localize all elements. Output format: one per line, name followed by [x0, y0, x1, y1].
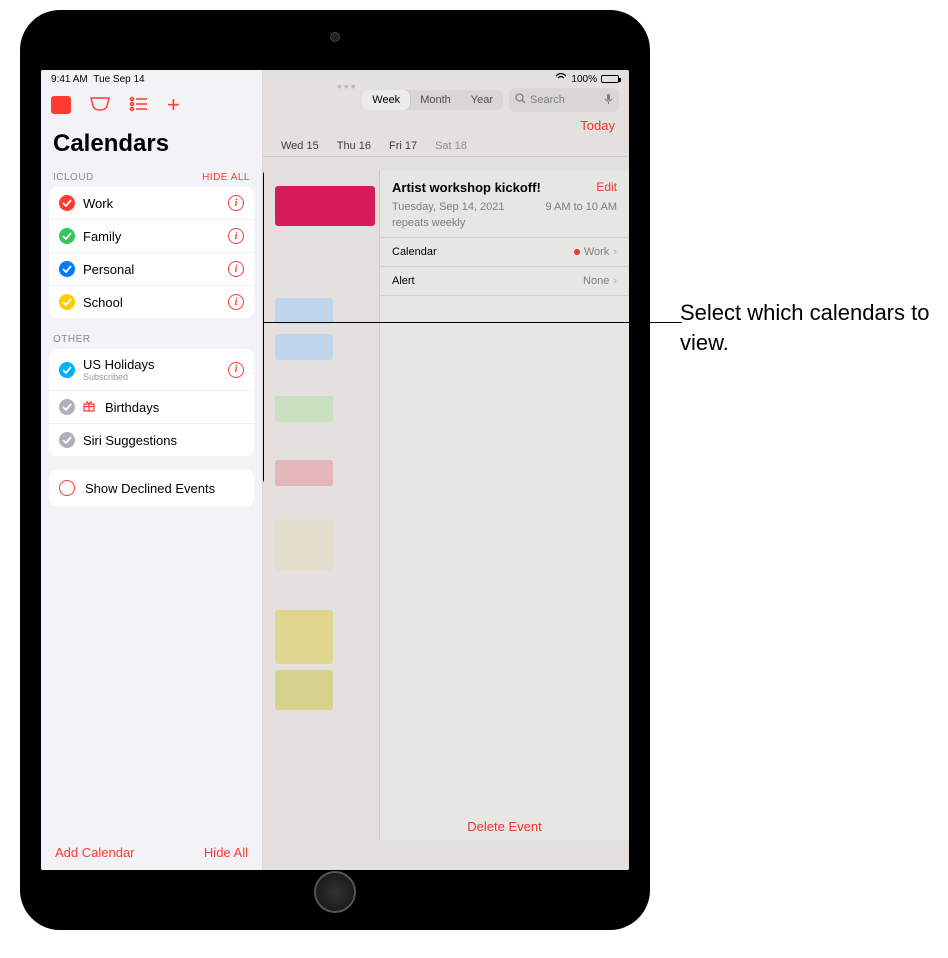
calendar-label: US Holidays — [83, 357, 155, 372]
hide-all-icloud[interactable]: HIDE ALL — [202, 172, 250, 183]
battery-icon — [601, 75, 619, 83]
wifi-icon — [555, 73, 567, 85]
checkbox-icon[interactable] — [59, 228, 75, 244]
radio-empty-icon[interactable] — [59, 480, 75, 496]
status-time: 9:41 AM — [51, 74, 88, 85]
calendar-row-holidays[interactable]: US Holidays Subscribed i — [49, 349, 254, 391]
checkbox-icon[interactable] — [59, 432, 75, 448]
checkbox-icon[interactable] — [59, 399, 75, 415]
inbox-icon[interactable] — [89, 96, 111, 115]
info-icon[interactable]: i — [228, 195, 244, 211]
calendars-sidebar: + Calendars ICLOUD HIDE ALL Work i Famil… — [41, 70, 263, 870]
info-icon[interactable]: i — [228, 261, 244, 277]
calendar-row-personal[interactable]: Personal i — [49, 253, 254, 286]
calendar-row-birthdays[interactable]: Birthdays — [49, 391, 254, 424]
info-icon[interactable]: i — [228, 362, 244, 378]
calendar-label: School — [83, 295, 123, 310]
calendar-label: Work — [83, 196, 113, 211]
checkbox-icon[interactable] — [59, 362, 75, 378]
calendar-row-work[interactable]: Work i — [49, 187, 254, 220]
add-calendar-button[interactable]: Add Calendar — [55, 845, 135, 860]
calendar-label: Siri Suggestions — [83, 433, 177, 448]
declined-label: Show Declined Events — [85, 481, 215, 496]
calendar-sublabel: Subscribed — [83, 372, 155, 382]
callout-text: Select which calendars to view. — [680, 298, 940, 357]
gift-icon — [83, 400, 95, 415]
home-button[interactable] — [314, 871, 356, 913]
status-date: Tue Sep 14 — [93, 74, 144, 85]
icloud-calendar-list: Work i Family i Personal i School i — [49, 187, 254, 318]
checkbox-icon[interactable] — [59, 294, 75, 310]
ipad-screen: 9:41 AM Tue Sep 14 100% ••• Week Month Y… — [41, 70, 629, 870]
checkbox-icon[interactable] — [59, 195, 75, 211]
calendar-label: Family — [83, 229, 121, 244]
section-header-other: OTHER — [41, 330, 262, 349]
show-declined-row[interactable]: Show Declined Events — [49, 470, 254, 506]
calendar-row-family[interactable]: Family i — [49, 220, 254, 253]
add-icon[interactable]: + — [167, 92, 180, 118]
status-bar: 9:41 AM Tue Sep 14 100% — [41, 70, 629, 88]
info-icon[interactable]: i — [228, 294, 244, 310]
battery-percent: 100% — [571, 74, 597, 85]
calendar-label: Birthdays — [105, 400, 159, 415]
other-calendar-list: US Holidays Subscribed i Birthdays Siri … — [49, 349, 254, 456]
checkbox-icon[interactable] — [59, 261, 75, 277]
calendar-label: Personal — [83, 262, 134, 277]
sidebar-title: Calendars — [41, 126, 262, 168]
calendar-row-siri[interactable]: Siri Suggestions — [49, 424, 254, 456]
hide-all-button[interactable]: Hide All — [204, 845, 248, 860]
info-icon[interactable]: i — [228, 228, 244, 244]
section-label: OTHER — [53, 334, 91, 345]
calendar-icon[interactable] — [51, 96, 71, 114]
section-label: ICLOUD — [53, 172, 94, 183]
ipad-frame: 9:41 AM Tue Sep 14 100% ••• Week Month Y… — [20, 10, 650, 930]
list-icon[interactable] — [129, 96, 149, 115]
calendar-row-school[interactable]: School i — [49, 286, 254, 318]
section-header-icloud: ICLOUD HIDE ALL — [41, 168, 262, 187]
ipad-camera — [330, 32, 340, 42]
